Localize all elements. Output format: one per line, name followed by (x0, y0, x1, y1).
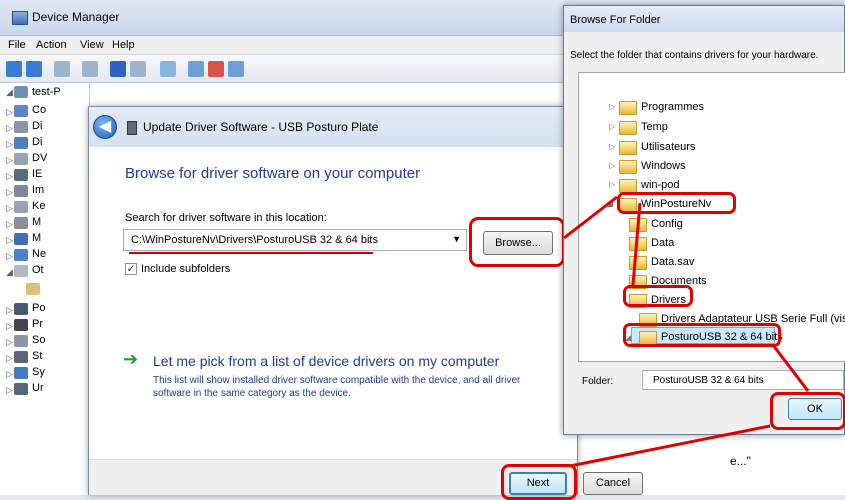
annotation-lines (563, 195, 810, 468)
connector-browse-to-folder (563, 195, 618, 240)
connector-winp-to-drivers (631, 202, 642, 286)
connector-posturo-to-ok (771, 344, 810, 392)
connector-ok-to-next (569, 424, 771, 468)
